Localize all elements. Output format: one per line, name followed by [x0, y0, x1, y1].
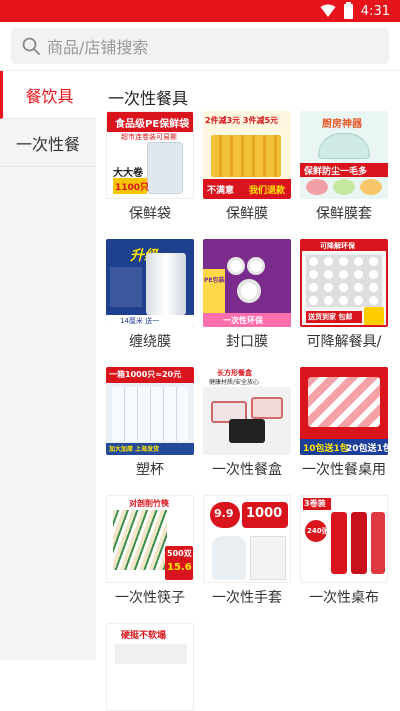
search-input[interactable]: 商品/店铺搜索 — [11, 28, 389, 64]
product-label: 一次性筷子 — [115, 590, 185, 606]
product-text: 我们退款 — [249, 186, 286, 196]
product-text: 送货到家 包邮 — [308, 313, 353, 321]
product-item[interactable]: 一箱1000只≈20元 加大加厚 上海发货 塑杯 — [106, 367, 194, 479]
product-image: 厨房神器 保鲜防尘一毛多 — [300, 111, 388, 199]
status-bar: 4:31 — [0, 0, 400, 22]
product-text: 15.6 — [167, 562, 192, 573]
product-image: 硬挺不软塌 — [106, 623, 194, 711]
search-icon — [22, 37, 40, 55]
product-image: 2件减3元 3件减5元 不满意 我们退款 — [203, 111, 291, 199]
product-image: 食品级PE保鲜袋 超市连卷装可易撕 大大卷 1100只 — [106, 111, 194, 199]
product-subtext: 健康材质/安全放心 — [209, 379, 260, 386]
product-label: 缠绕膜 — [129, 334, 171, 350]
product-badge: 一箱1000只≈20元 — [109, 370, 182, 379]
product-badge: 硬挺不软塌 — [121, 631, 167, 641]
product-image: PE包装膜 一次性环保 — [203, 239, 291, 327]
product-text: 不满意 — [207, 186, 235, 196]
product-item[interactable]: PE包装膜 一次性环保 封口膜 — [203, 239, 291, 351]
battery-icon — [343, 1, 353, 19]
product-count: 1100只 — [115, 183, 150, 193]
product-item[interactable]: 10包送1包 20包送1包 一次性餐桌用 — [300, 367, 388, 479]
product-item[interactable]: 食品级PE保鲜袋 超市连卷装可易撕 大大卷 1100只 保鲜袋 — [106, 111, 194, 223]
product-item[interactable]: 升级 14厘米 送一 缠绕膜 — [106, 239, 194, 351]
product-item[interactable]: 2件减3元 3件减5元 不满意 我们退款 保鲜膜 — [203, 111, 291, 223]
product-image: 可降解环保 送货到家 包邮 — [300, 239, 388, 327]
product-image: 长方形餐盒 健康材质/安全放心 — [203, 367, 291, 455]
product-label: 封口膜 — [226, 334, 268, 350]
product-text: 14厘米 送一 — [120, 317, 160, 325]
product-item[interactable]: 厨房神器 保鲜防尘一毛多 保鲜膜套 — [300, 111, 388, 223]
sidebar-item-tableware[interactable]: 餐饮具 — [0, 71, 96, 119]
product-text: 500双 — [167, 549, 192, 558]
product-item[interactable]: 长方形餐盒 健康材质/安全放心 一次性餐盒 — [203, 367, 291, 479]
search-bar: 商品/店铺搜索 — [0, 22, 400, 70]
product-text: 一次性环保 — [223, 316, 263, 325]
search-placeholder: 商品/店铺搜索 — [47, 38, 149, 57]
product-label: 一次性餐盒 — [212, 462, 282, 478]
product-label: 可降解餐具/ — [306, 334, 382, 350]
product-badge: 食品级PE保鲜袋 — [115, 119, 190, 130]
product-image: 9.9 1000 — [203, 495, 291, 583]
product-text: 1000 — [246, 506, 283, 521]
product-badge: 3卷装 — [304, 499, 326, 508]
product-label: 保鲜袋 — [129, 206, 171, 222]
product-badge: 2件减3元 3件减5元 — [205, 116, 279, 125]
product-text: 加大加厚 上海发货 — [109, 446, 160, 453]
product-label: 一次性桌布 — [309, 590, 379, 606]
product-badge: 厨房神器 — [322, 119, 362, 130]
product-text: 240张 — [307, 527, 329, 535]
product-image: 对剖削竹筷 500双 15.6 — [106, 495, 194, 583]
product-badge: 对剖削竹筷 — [129, 499, 169, 508]
wifi-icon — [320, 4, 336, 17]
product-text: PE包装膜 — [204, 277, 231, 284]
product-label: 一次性餐桌用 — [302, 462, 386, 478]
product-badge: 可降解环保 — [320, 242, 355, 250]
status-time: 4:31 — [360, 3, 390, 19]
product-item[interactable]: 9.9 1000 一次性手套 — [203, 495, 291, 607]
status-icons: 4:31 — [320, 1, 390, 20]
section-title: 一次性餐具 — [108, 89, 189, 108]
product-label: 保鲜膜套 — [316, 206, 372, 222]
product-label: 塑杯 — [136, 462, 164, 478]
product-image: 3卷装 240张 — [300, 495, 388, 583]
product-label: 保鲜膜 — [226, 206, 268, 222]
product-text: 大大卷 — [113, 168, 143, 179]
product-image: 升级 14厘米 送一 — [106, 239, 194, 327]
product-subtext: 超市连卷装可易撕 — [121, 133, 177, 141]
category-content: 一次性餐具 食品级PE保鲜袋 超市连卷装可易撕 大大卷 1100只 保鲜袋 2件… — [96, 71, 400, 711]
product-image: 10包送1包 20包送1包 — [300, 367, 388, 455]
product-text: 9.9 — [214, 507, 234, 520]
product-item[interactable]: 可降解环保 送货到家 包邮 可降解餐具/ — [300, 239, 388, 351]
product-text: 保鲜防尘一毛多 — [304, 167, 368, 177]
product-text: 20包送1包 — [346, 444, 388, 454]
category-sidebar: 餐饮具 一次性餐 — [0, 71, 96, 660]
product-label: 一次性手套 — [212, 590, 282, 606]
product-item[interactable]: 对剖削竹筷 500双 15.6 一次性筷子 — [106, 495, 194, 607]
product-text: 10包送1包 — [303, 444, 349, 454]
product-item[interactable]: 3卷装 240张 一次性桌布 — [300, 495, 388, 607]
sidebar-item-disposable[interactable]: 一次性餐 — [0, 119, 96, 167]
product-image: 一箱1000只≈20元 加大加厚 上海发货 — [106, 367, 194, 455]
product-item[interactable]: 硬挺不软塌 — [106, 623, 194, 711]
